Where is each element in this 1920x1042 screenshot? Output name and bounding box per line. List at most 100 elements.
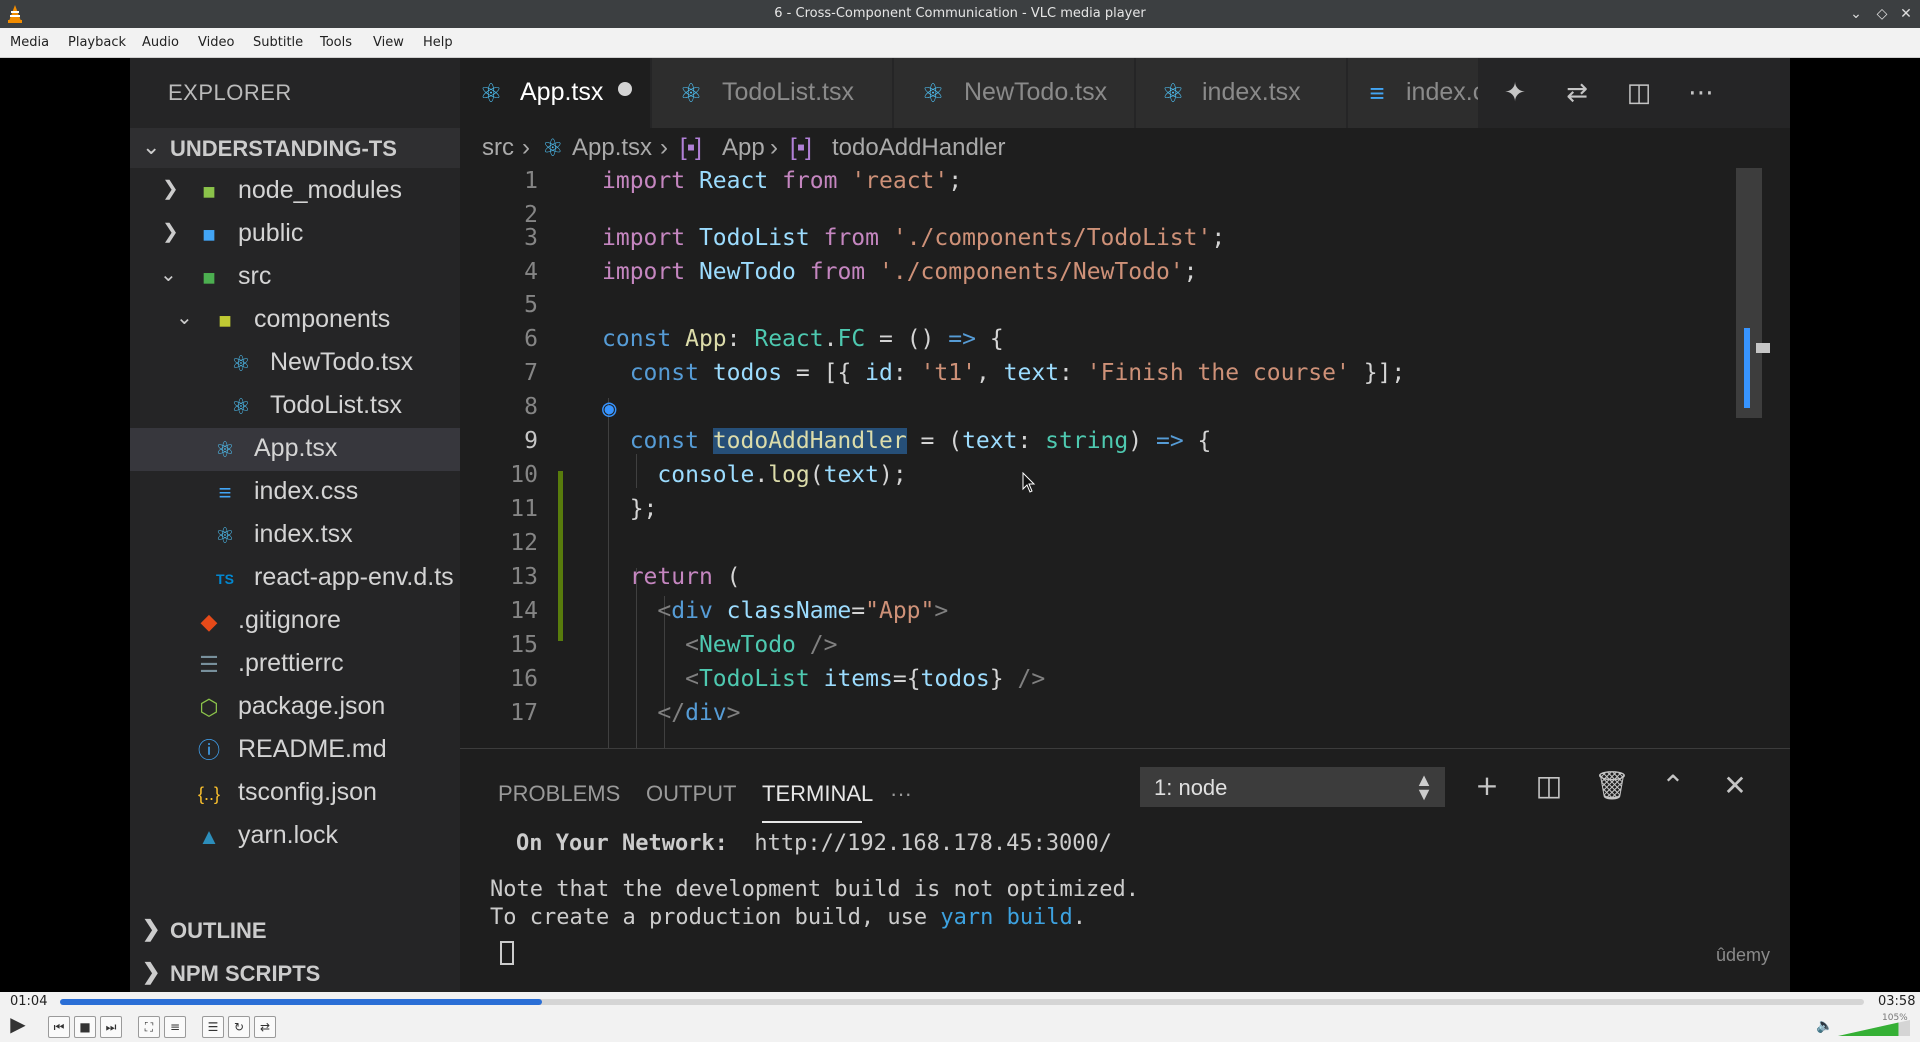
tree-item-todolist: ⚛ TodoList.tsx — [130, 385, 460, 428]
open-changes-icon[interactable]: ⇄ — [1560, 76, 1594, 110]
loop-icon[interactable]: ↻ — [228, 1016, 250, 1038]
volume-fill — [1838, 1022, 1899, 1036]
stop-icon[interactable]: ■ — [74, 1016, 96, 1038]
tree-item-label: NewTodo.tsx — [270, 348, 414, 376]
root-folder-label: UNDERSTANDING-TS — [170, 136, 397, 161]
section-outline: ❯ OUTLINE — [130, 910, 460, 950]
volume-icon[interactable]: 🔈 — [1816, 1018, 1833, 1034]
menu-playback[interactable]: Playback — [68, 35, 126, 50]
network-label: On Your Network: — [516, 831, 728, 856]
section-label: OUTLINE — [170, 918, 267, 943]
menu-subtitle[interactable]: Subtitle — [253, 35, 303, 50]
menu-view[interactable]: View — [373, 35, 404, 50]
previous-icon[interactable]: ⏮ — [48, 1016, 70, 1038]
tree-item-newtodo: ⚛ NewTodo.tsx — [130, 342, 460, 385]
chevron-right-icon: ❯ — [142, 916, 161, 941]
menu-media[interactable]: Media — [10, 35, 49, 50]
editor-tabs: ⚛ App.tsx ⚛ TodoList.tsx ⚛ NewTodo.tsx ⚛… — [460, 58, 1790, 128]
seek-progress — [60, 999, 542, 1005]
tree-item-public: ❯ ■ public — [130, 213, 460, 256]
json-icon: {..} — [197, 784, 221, 804]
menu-help[interactable]: Help — [423, 35, 453, 50]
line-number: 4 — [524, 259, 538, 285]
panel-tab-output[interactable]: OUTPUT — [646, 781, 736, 807]
chevron-right-icon: ❯ — [142, 959, 161, 984]
line-number: 6 — [524, 326, 538, 352]
title-bar: 6 - Cross-Component Communication - VLC … — [0, 0, 1920, 28]
seek-bar[interactable] — [60, 999, 1864, 1005]
split-editor-icon[interactable]: ◫ — [1622, 76, 1656, 110]
code-editor[interactable]: 1 import React from 'react'; 2 3 import To… — [460, 166, 1790, 748]
prettier-icon: ☰ — [199, 652, 219, 677]
tree-item-label: react-app-env.d.ts — [254, 563, 454, 591]
tab-app-tsx[interactable]: ⚛ App.tsx — [460, 58, 650, 128]
tab-todolist[interactable]: ⚛ TodoList.tsx — [652, 58, 892, 128]
split-terminal-icon[interactable]: ◫ — [1532, 769, 1566, 803]
menu-tools[interactable]: Tools — [320, 35, 352, 50]
video-area[interactable]: EXPLORER ⌄ UNDERSTANDING-TS ❯ ■ node_mod… — [0, 58, 1920, 992]
tab-label: index.cs — [1406, 78, 1478, 106]
chevron-down-icon: ⌄ — [176, 307, 193, 329]
tree-item-label: node_modules — [238, 176, 403, 204]
line-number: 14 — [510, 598, 538, 624]
breadcrumb: src › ⚛ App.tsx › [▪] App › [▪] todoAddH… — [460, 130, 1790, 166]
close-panel-icon[interactable]: ✕ — [1718, 769, 1752, 803]
git-icon: ◆ — [200, 609, 218, 634]
explorer-sidebar: EXPLORER ⌄ UNDERSTANDING-TS ❯ ■ node_mod… — [130, 58, 460, 992]
tab-index-css[interactable]: ≡ index.cs — [1348, 58, 1478, 128]
tree-item-label: components — [254, 305, 391, 333]
chevron-down-icon: ⌄ — [160, 264, 177, 286]
play-icon[interactable]: ▶ — [4, 1014, 32, 1040]
tab-newtodo[interactable]: ⚛ NewTodo.tsx — [894, 58, 1134, 128]
maximize-icon[interactable]: ◇ — [1872, 4, 1892, 24]
folder-public-icon: ■ — [202, 222, 216, 247]
trash-icon[interactable]: 🗑 — [1594, 769, 1630, 803]
react-icon: ⚛ — [679, 78, 703, 108]
close-icon[interactable]: ✕ — [1896, 4, 1916, 24]
shuffle-icon[interactable]: ⇄ — [254, 1016, 276, 1038]
line-number: 17 — [510, 700, 538, 726]
lightbulb-icon[interactable]: ◉ — [602, 394, 616, 422]
tree-item-label: package.json — [238, 692, 386, 720]
minimap-cursor-marker — [1756, 343, 1770, 353]
volume-slider[interactable] — [1838, 1020, 1910, 1036]
chevron-down-icon: ⌄ — [142, 134, 161, 159]
panel-tab-terminal[interactable]: TERMINAL — [762, 781, 873, 807]
minimize-icon[interactable]: ⌄ — [1846, 4, 1866, 24]
line-number: 13 — [510, 564, 538, 590]
next-icon[interactable]: ⏭ — [100, 1016, 122, 1038]
react-icon: ⚛ — [231, 394, 251, 419]
add-terminal-icon[interactable]: + — [1470, 769, 1504, 803]
line-number: 8 — [524, 394, 538, 420]
git-compare-icon[interactable]: ✦ — [1498, 76, 1532, 110]
fullscreen-icon[interactable]: ⛶ — [138, 1016, 160, 1038]
active-tab-underline — [762, 821, 862, 823]
unsaved-dot-icon — [618, 82, 632, 96]
menu-video[interactable]: Video — [198, 35, 234, 50]
tree-item-label: index.tsx — [254, 520, 353, 548]
panel-more-icon[interactable]: ··· — [890, 781, 912, 807]
extended-settings-icon[interactable]: ≡ — [164, 1016, 186, 1038]
tree-item-react-app-env: TS react-app-env.d.ts — [130, 557, 460, 600]
maximize-panel-icon[interactable]: ⌃ — [1656, 769, 1690, 803]
tree-item-index-tsx: ⚛ index.tsx — [130, 514, 460, 557]
tab-index-tsx[interactable]: ⚛ index.tsx — [1136, 58, 1346, 128]
symbol-variable-icon: [▪] — [790, 134, 812, 161]
breadcrumb-symbol-app[interactable]: App — [722, 134, 765, 162]
breadcrumb-file[interactable]: App.tsx — [572, 134, 652, 162]
breadcrumb-symbol-handler[interactable]: todoAddHandler — [832, 134, 1005, 162]
tree-item-label: tsconfig.json — [238, 778, 377, 806]
note-command: yarn build — [940, 905, 1073, 930]
more-actions-icon[interactable]: ⋯ — [1684, 76, 1718, 110]
menu-audio[interactable]: Audio — [142, 35, 179, 50]
terminal-select[interactable]: 1: node ▲ ▼ — [1140, 767, 1445, 807]
breadcrumb-src[interactable]: src — [482, 134, 514, 162]
tree-item-app[interactable]: ⚛ App.tsx — [130, 428, 460, 471]
terminal-network-line: On Your Network: http://192.168.178.45:3… — [516, 831, 1112, 856]
tree-item-label: src — [238, 262, 272, 290]
line-number: 9 — [524, 428, 538, 454]
tree-item-readme: ⓘ README.md — [130, 729, 460, 772]
panel-tab-problems[interactable]: PROBLEMS — [498, 781, 620, 807]
line-number: 7 — [524, 360, 538, 386]
playlist-icon[interactable]: ☰ — [202, 1016, 224, 1038]
